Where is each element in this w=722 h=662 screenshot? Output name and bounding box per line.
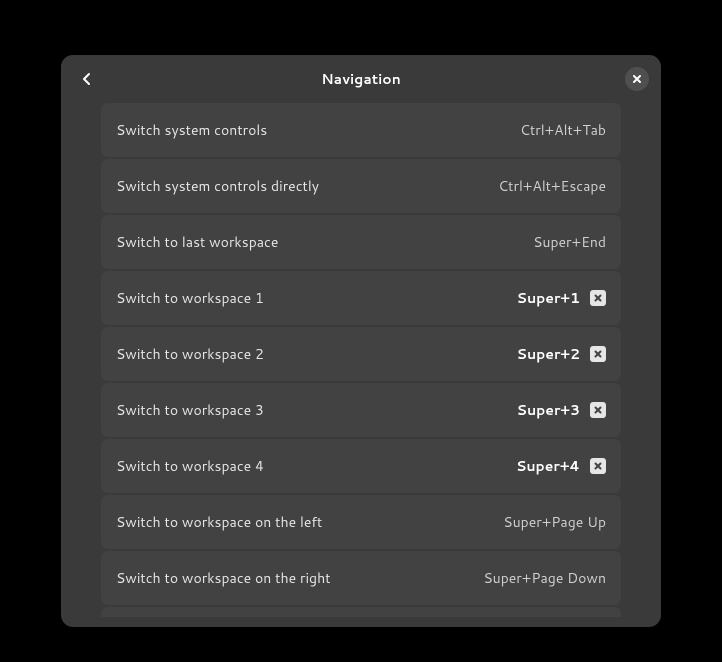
shortcut-key: Super+End [533, 232, 606, 252]
dialog-title: Navigation [61, 69, 661, 89]
shortcut-row[interactable]: Switch system controlsCtrl+Alt+Tab [101, 103, 621, 157]
shortcut-label: Switch to last workspace [116, 232, 533, 252]
shortcut-label: Switch to workspace 4 [116, 456, 516, 476]
clear-icon [593, 293, 603, 303]
close-icon [632, 74, 642, 84]
close-button[interactable] [625, 67, 649, 91]
shortcut-label: Switch to workspace 1 [116, 288, 517, 308]
shortcut-row[interactable]: Switch to workspace on the leftSuper+Pag… [101, 495, 621, 549]
shortcut-key: Super+4 [516, 456, 580, 476]
shortcut-key: Super+2 [517, 344, 580, 364]
navigation-shortcuts-dialog: Navigation Switch system controlsCtrl+Al… [61, 55, 661, 627]
shortcut-row[interactable]: Switch to workspace 3Super+3 [101, 383, 621, 437]
shortcut-row[interactable]: Switch to workspace 1Super+1 [101, 271, 621, 325]
shortcut-label: Switch system controls directly [116, 176, 498, 196]
shortcut-key: Super+3 [517, 400, 580, 420]
shortcut-key: Super+Page Up [503, 512, 606, 532]
reset-shortcut-button[interactable] [590, 346, 606, 362]
clear-icon [593, 461, 603, 471]
shortcut-label: Switch to workspace on the right [116, 568, 483, 588]
dialog-header: Navigation [61, 55, 661, 103]
reset-shortcut-button[interactable] [590, 402, 606, 418]
shortcut-label: Switch to workspace 2 [116, 344, 517, 364]
shortcut-key: Ctrl+Alt+Tab [520, 120, 606, 140]
back-button[interactable] [73, 65, 101, 93]
clear-icon [593, 405, 603, 415]
shortcut-key: Super+Page Down [483, 568, 606, 588]
shortcut-row[interactable]: Switch to workspace 4Super+4 [101, 439, 621, 493]
shortcut-row[interactable]: Switch to workspace on the rightSuper+Pa… [101, 551, 621, 605]
shortcut-row[interactable]: Switch to last workspaceSuper+End [101, 215, 621, 269]
shortcut-row[interactable]: Switch system controls directlyCtrl+Alt+… [101, 159, 621, 213]
clear-icon [593, 349, 603, 359]
shortcut-key: Super+1 [517, 288, 580, 308]
reset-shortcut-button[interactable] [590, 290, 606, 306]
chevron-left-icon [82, 72, 92, 86]
shortcut-label: Switch to workspace on the left [116, 512, 503, 532]
shortcut-row[interactable]: Switch to workspace 2Super+2 [101, 327, 621, 381]
shortcut-row-partial [101, 607, 621, 617]
shortcut-list: Switch system controlsCtrl+Alt+TabSwitch… [61, 103, 661, 627]
shortcut-key: Ctrl+Alt+Escape [498, 176, 606, 196]
shortcut-label: Switch to workspace 3 [116, 400, 517, 420]
shortcut-label: Switch system controls [116, 120, 520, 140]
reset-shortcut-button[interactable] [590, 458, 606, 474]
